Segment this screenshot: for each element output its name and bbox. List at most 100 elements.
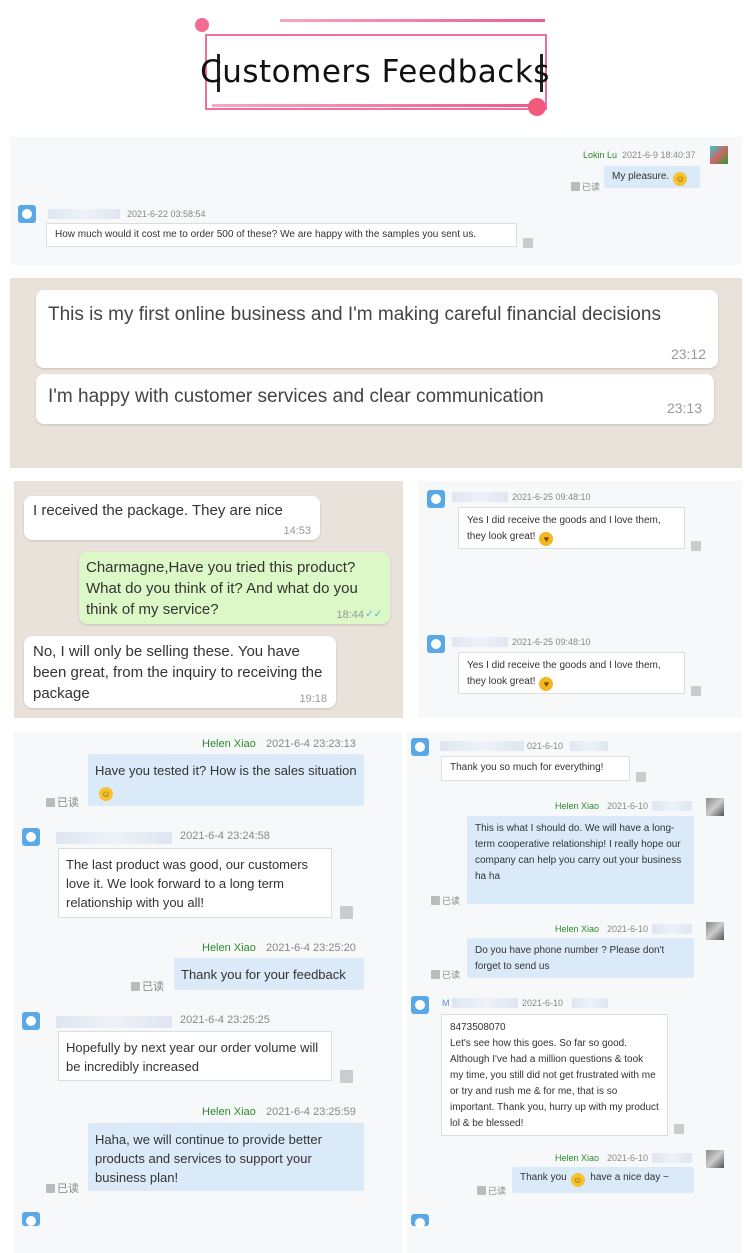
buyer-avatar	[427, 635, 445, 653]
timestamp: 2021-6-4 23:25:20	[266, 942, 356, 954]
message-menu-icon[interactable]	[340, 1070, 353, 1083]
blurred-time	[652, 801, 692, 811]
timestamp: 021-6-10	[527, 741, 564, 751]
message-bubble: This is my first online business and I'm…	[36, 290, 718, 368]
timestamp: 2021-6-25 09:48:10	[512, 637, 591, 647]
timestamp: 2021-6-4 23:25:25	[180, 1014, 270, 1026]
seller-name: Helen Xiao	[202, 1106, 256, 1118]
heart-eyes-emoji-icon: ♥	[539, 532, 554, 546]
blurred-name	[452, 492, 508, 502]
message-menu-icon[interactable]	[636, 772, 646, 782]
message-bubble: Do you have phone number ? Please don't …	[467, 938, 694, 978]
message-bubble: Charmagne,Have you tried this product? W…	[79, 552, 390, 624]
message-bubble: I received the package. They are nice 14…	[24, 496, 320, 540]
message-text: I'm happy with customer services and cle…	[48, 386, 544, 407]
message-bubble: I'm happy with customer services and cle…	[36, 374, 714, 424]
seller-name: Helen Xiao	[202, 942, 256, 954]
buyer-avatar	[411, 996, 429, 1014]
message-bubble: No, I will only be selling these. You ha…	[24, 636, 336, 708]
title-decoration-line	[212, 104, 532, 107]
timestamp: 2021-6-10	[522, 998, 564, 1008]
blurred-time	[652, 924, 692, 934]
message-bubble: Thank you ☺ have a nice day ~	[512, 1167, 694, 1193]
buyer-initial: M	[442, 998, 450, 1008]
title-decoration-dot	[528, 98, 546, 116]
timestamp: 2021-6-4 23:23:13	[266, 738, 356, 750]
seller-name: Helen Xiao	[555, 1153, 600, 1163]
blurred-time	[572, 998, 608, 1008]
timestamp: 2021-6-4 23:24:58	[180, 830, 270, 842]
message-bubble: 8473508070 Let's see how this goes. So f…	[441, 1014, 668, 1136]
seller-avatar	[706, 922, 724, 940]
seller-name: Helen Xiao	[555, 801, 600, 811]
message-bubble: Hopefully by next year our order volume …	[58, 1031, 332, 1081]
blurred-name	[48, 209, 120, 219]
phone-number: 8473508070	[450, 1022, 506, 1033]
buyer-avatar	[411, 1214, 429, 1228]
timestamp: 2021-6-9 18:40:37	[622, 150, 696, 160]
message-text: Let's see how this goes. So far so good.…	[450, 1038, 659, 1129]
seller-name: Helen Xiao	[202, 738, 256, 750]
seller-name: Helen Xiao	[555, 924, 600, 934]
buyer-avatar	[411, 738, 429, 756]
message-bubble: Yes I did receive the goods and I love t…	[458, 652, 685, 694]
blurred-name	[440, 741, 524, 751]
buyer-avatar	[18, 205, 36, 223]
message-bubble: My pleasure. ☺	[604, 166, 700, 188]
blurred-name	[452, 998, 518, 1008]
message-bubble: Have you tested it? How is the sales sit…	[88, 754, 364, 806]
blurred-time	[570, 741, 608, 751]
wink-emoji-icon: ☺	[99, 787, 113, 801]
message-bubble: Haha, we will continue to provide better…	[88, 1123, 364, 1191]
timestamp: 2021-6-10	[607, 924, 649, 934]
read-status: 已读	[431, 894, 460, 907]
message-time: 18:44	[336, 609, 364, 621]
seller-name: Lokin Lu	[583, 150, 618, 160]
message-menu-icon[interactable]	[691, 686, 701, 696]
message-bubble: Thank you for your feedback	[174, 958, 364, 990]
message-time: 19:18	[299, 693, 327, 705]
read-status: 已读	[46, 794, 79, 810]
blurred-time	[652, 1153, 692, 1163]
message-menu-icon[interactable]	[674, 1124, 684, 1134]
timestamp: 2021-6-10	[607, 801, 649, 811]
page-title: Customers Feedbacks	[200, 54, 550, 90]
seller-avatar	[710, 146, 728, 164]
buyer-avatar	[427, 490, 445, 508]
blurred-name	[452, 637, 508, 647]
seller-avatar	[706, 1150, 724, 1168]
smile-emoji-icon: ☺	[570, 1173, 585, 1187]
seller-avatar	[706, 798, 724, 816]
read-status: 已读	[131, 978, 164, 994]
read-status: 已读	[46, 1180, 79, 1196]
message-text: I received the package. They are nice	[33, 502, 283, 519]
double-check-icon: ✓✓	[365, 609, 382, 620]
message-time: 23:13	[666, 400, 702, 416]
heart-eyes-emoji-icon: ♥	[539, 677, 554, 691]
message-menu-icon[interactable]	[340, 906, 353, 919]
timestamp: 2021-6-4 23:25:59	[266, 1106, 356, 1118]
message-menu-icon[interactable]	[691, 541, 701, 551]
message-bubble: The last product was good, our customers…	[58, 848, 332, 918]
message-bubble: Yes I did receive the goods and I love t…	[458, 507, 685, 549]
timestamp: 2021-6-22 03:58:54	[127, 209, 206, 219]
message-time: 23:12	[670, 346, 706, 362]
read-status: 已读	[477, 1184, 506, 1197]
message-menu-icon[interactable]	[523, 238, 533, 248]
buyer-avatar	[22, 1012, 40, 1030]
buyer-avatar	[22, 1212, 40, 1226]
blurred-name	[56, 1016, 172, 1028]
title-decoration-dot	[195, 18, 209, 32]
read-status: 已读	[431, 968, 460, 981]
smile-emoji-icon: ☺	[673, 172, 688, 186]
timestamp: 2021-6-10	[607, 1153, 649, 1163]
message-time: 14:53	[283, 525, 311, 537]
message-bubble: How much would it cost me to order 500 o…	[46, 223, 517, 247]
message-text: This is my first online business and I'm…	[48, 304, 661, 325]
message-text: No, I will only be selling these. You ha…	[33, 643, 323, 702]
message-bubble: This is what I should do. We will have a…	[467, 816, 694, 904]
read-status: 已读	[571, 180, 600, 193]
buyer-avatar	[22, 828, 40, 846]
message-bubble: Thank you so much for everything!	[441, 756, 630, 781]
timestamp: 2021-6-25 09:48:10	[512, 492, 591, 502]
